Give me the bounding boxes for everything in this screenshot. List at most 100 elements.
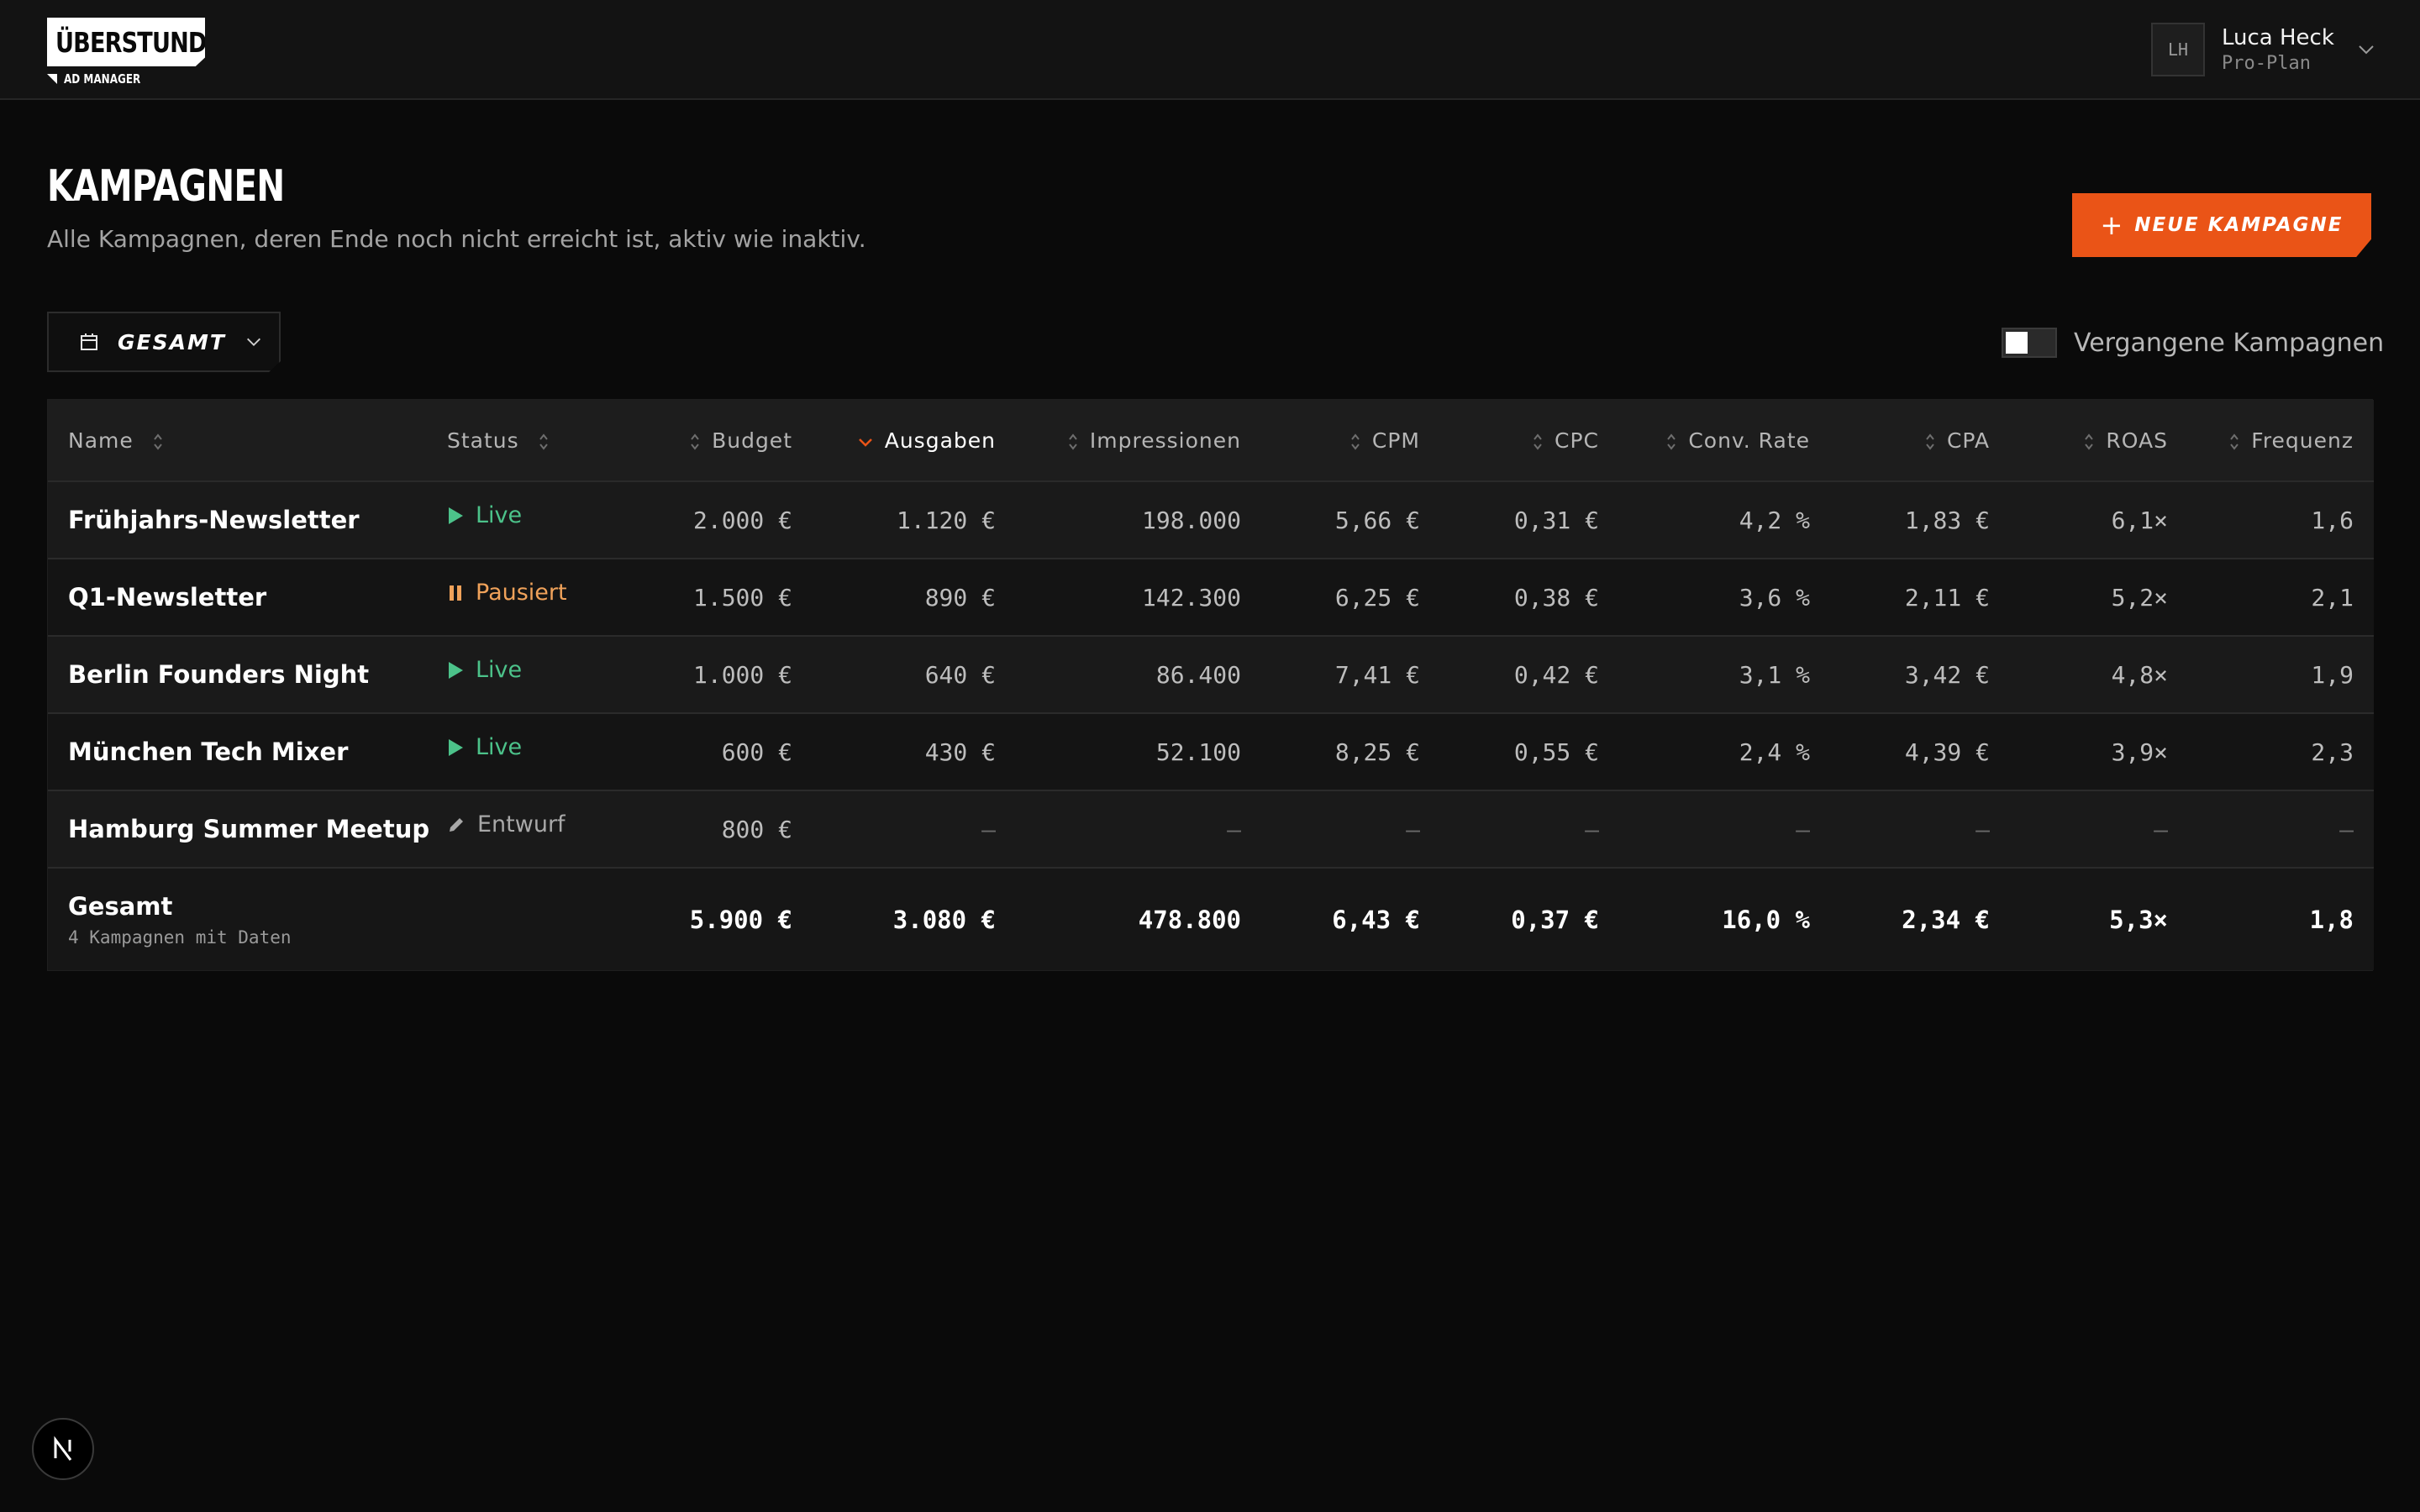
column-header-frequency[interactable]: Frequenz (2188, 400, 2374, 482)
budget-cell: 800 € (721, 815, 792, 843)
user-info: Luca Heck Pro-Plan (2222, 24, 2334, 76)
column-header-cpc[interactable]: CPC (1440, 400, 1619, 482)
logo-triangle-icon (47, 74, 57, 84)
campaign-name[interactable]: Frühjahrs-Newsletter (48, 481, 447, 559)
impressions-cell: 198.000 (1141, 506, 1241, 534)
table-row[interactable]: Berlin Founders Night Live 1.000 € 640 €… (48, 636, 2374, 713)
cpm-cell: — (1406, 815, 1420, 843)
status-badge: Entwurf (447, 790, 615, 868)
spend-cell: — (981, 815, 996, 843)
new-campaign-label: NEUE KAMPAGNE (2134, 214, 2344, 236)
total-budget: 5.900 € (689, 905, 792, 934)
pause-icon (450, 585, 461, 601)
column-header-budget[interactable]: Budget (615, 400, 813, 482)
column-header-cpa[interactable]: CPA (1830, 400, 2010, 482)
column-header-name[interactable]: Name (48, 400, 447, 482)
budget-cell: 2.000 € (692, 506, 792, 534)
logo-wordmark-box: ÜBERSTUNDE® (47, 18, 205, 66)
table-row[interactable]: Frühjahrs-Newsletter Live 2.000 € 1.120 … (48, 481, 2374, 559)
campaign-name[interactable]: Berlin Founders Night (48, 636, 447, 713)
toggle-switch[interactable] (2002, 328, 2057, 358)
column-header-roas[interactable]: ROAS (2010, 400, 2188, 482)
sort-icon (1667, 433, 1676, 450)
conv-rate-cell: 2,4 % (1739, 738, 1810, 766)
roas-cell: 3,9× (2111, 738, 2168, 766)
column-header-spend[interactable]: Ausgaben (813, 400, 1016, 482)
total-frequency: 1,8 (2309, 905, 2354, 934)
table-row[interactable]: Hamburg Summer Meetup Entwurf 800 € — — … (48, 790, 2374, 868)
column-header-status[interactable]: Status (447, 400, 615, 482)
sort-icon (2085, 433, 2094, 450)
cpa-cell: 1,83 € (1904, 506, 1990, 534)
total-conv-rate: 16,0 % (1722, 905, 1810, 934)
past-campaigns-toggle[interactable]: Vergangene Kampagnen (2002, 328, 2384, 358)
sort-icon (2230, 433, 2239, 450)
impressions-cell: 142.300 (1141, 583, 1241, 612)
past-campaigns-label: Vergangene Kampagnen (2074, 328, 2385, 358)
total-cpc: 0,37 € (1511, 905, 1599, 934)
status-badge: Live (447, 713, 615, 790)
page-subtitle: Alle Kampagnen, deren Ende noch nicht er… (47, 225, 866, 253)
budget-cell: 600 € (721, 738, 792, 766)
total-row: Gesamt 4 Kampagnen mit Daten 5.900 € 3.0… (48, 868, 2374, 970)
table-row[interactable]: Q1-Newsletter Pausiert 1.500 € 890 € 142… (48, 559, 2374, 636)
dev-tools-badge[interactable] (32, 1418, 94, 1480)
status-badge: Live (447, 636, 615, 713)
status-badge: Live (447, 481, 615, 559)
cpm-cell: 5,66 € (1334, 506, 1420, 534)
cpc-cell: 0,42 € (1513, 660, 1599, 689)
new-campaign-button[interactable]: + NEUE KAMPAGNE (2072, 193, 2371, 257)
toggle-knob (2006, 332, 2028, 354)
cpc-cell: 0,38 € (1513, 583, 1599, 612)
column-header-impressions[interactable]: Impressionen (1016, 400, 1261, 482)
sort-icon (153, 433, 162, 450)
logo-subline: AD MANAGER (47, 71, 205, 87)
total-impressions: 478.800 (1138, 905, 1241, 934)
cpa-cell: 3,42 € (1904, 660, 1990, 689)
campaign-name[interactable]: Hamburg Summer Meetup (48, 790, 447, 868)
period-label: GESAMT (118, 329, 226, 354)
brand-product: AD MANAGER (64, 71, 141, 87)
roas-cell: 4,8× (2111, 660, 2168, 689)
plus-icon: + (2100, 209, 2123, 241)
budget-cell: 1.500 € (692, 583, 792, 612)
avatar: LH (2151, 23, 2205, 76)
total-sublabel: 4 Kampagnen mit Daten (68, 927, 292, 948)
brand-mark: ® (221, 27, 229, 39)
campaign-name[interactable]: Q1-Newsletter (48, 559, 447, 636)
spend-cell: 640 € (924, 660, 996, 689)
total-cpa: 2,34 € (1902, 905, 1990, 934)
frequency-cell: — (2339, 815, 2354, 843)
page-title: KAMPAGNEN (47, 161, 285, 212)
cpa-cell: 2,11 € (1904, 583, 1990, 612)
spend-cell: 1.120 € (896, 506, 996, 534)
table-row[interactable]: München Tech Mixer Live 600 € 430 € 52.1… (48, 713, 2374, 790)
roas-cell: 6,1× (2111, 506, 2168, 534)
status-badge: Pausiert (447, 559, 615, 636)
chevron-down-icon (2359, 45, 2374, 55)
frequency-cell: 1,9 (2311, 660, 2354, 689)
user-plan: Pro-Plan (2222, 53, 2311, 74)
impressions-cell: — (1227, 815, 1241, 843)
conv-rate-cell: 4,2 % (1739, 506, 1810, 534)
impressions-cell: 52.100 (1155, 738, 1241, 766)
sort-icon (1534, 433, 1542, 450)
budget-cell: 1.000 € (692, 660, 792, 689)
sort-icon (1351, 433, 1360, 450)
spend-cell: 430 € (924, 738, 996, 766)
column-header-cpm[interactable]: CPM (1261, 400, 1440, 482)
brand-logo[interactable]: ÜBERSTUNDE® AD MANAGER (47, 18, 205, 87)
user-menu[interactable]: LH Luca Heck Pro-Plan (2151, 23, 2376, 76)
column-header-conv-rate[interactable]: Conv. Rate (1619, 400, 1830, 482)
cpm-cell: 7,41 € (1334, 660, 1420, 689)
frequency-cell: 2,1 (2311, 583, 2354, 612)
sort-icon (691, 433, 699, 450)
cpc-cell: — (1585, 815, 1599, 843)
cpc-cell: 0,55 € (1513, 738, 1599, 766)
period-dropdown[interactable]: GESAMT (47, 312, 281, 372)
frequency-cell: 2,3 (2311, 738, 2354, 766)
total-spend: 3.080 € (892, 905, 996, 934)
pencil-icon (450, 817, 463, 832)
calendar-icon (81, 333, 97, 350)
campaign-name[interactable]: München Tech Mixer (48, 713, 447, 790)
